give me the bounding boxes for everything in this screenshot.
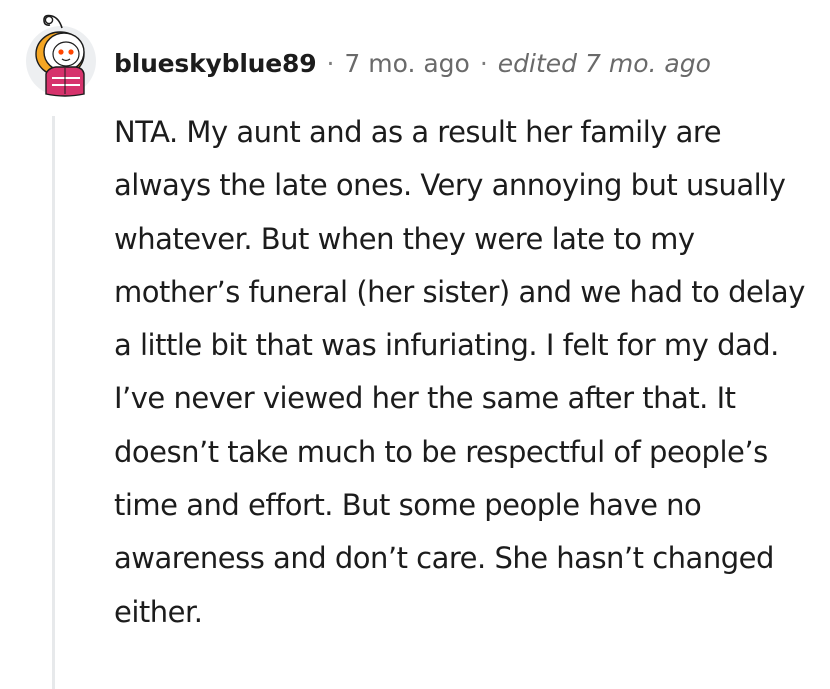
meta-separator: · (479, 48, 488, 78)
thread-collapse-line[interactable] (52, 116, 55, 689)
snoo-avatar-icon (26, 14, 96, 97)
comment-body: NTA. My aunt and as a result her family … (114, 115, 805, 629)
avatar[interactable] (22, 6, 100, 100)
meta-separator: · (326, 48, 335, 78)
comment: blueskyblue89 · 7 mo. ago · edited 7 mo.… (0, 0, 830, 689)
username-link[interactable]: blueskyblue89 (114, 49, 317, 78)
edited-label: edited 7 mo. ago (497, 48, 711, 78)
timestamp-link[interactable]: 7 mo. ago (344, 49, 469, 78)
comment-meta: blueskyblue89 · 7 mo. ago · edited 7 mo.… (114, 46, 711, 80)
